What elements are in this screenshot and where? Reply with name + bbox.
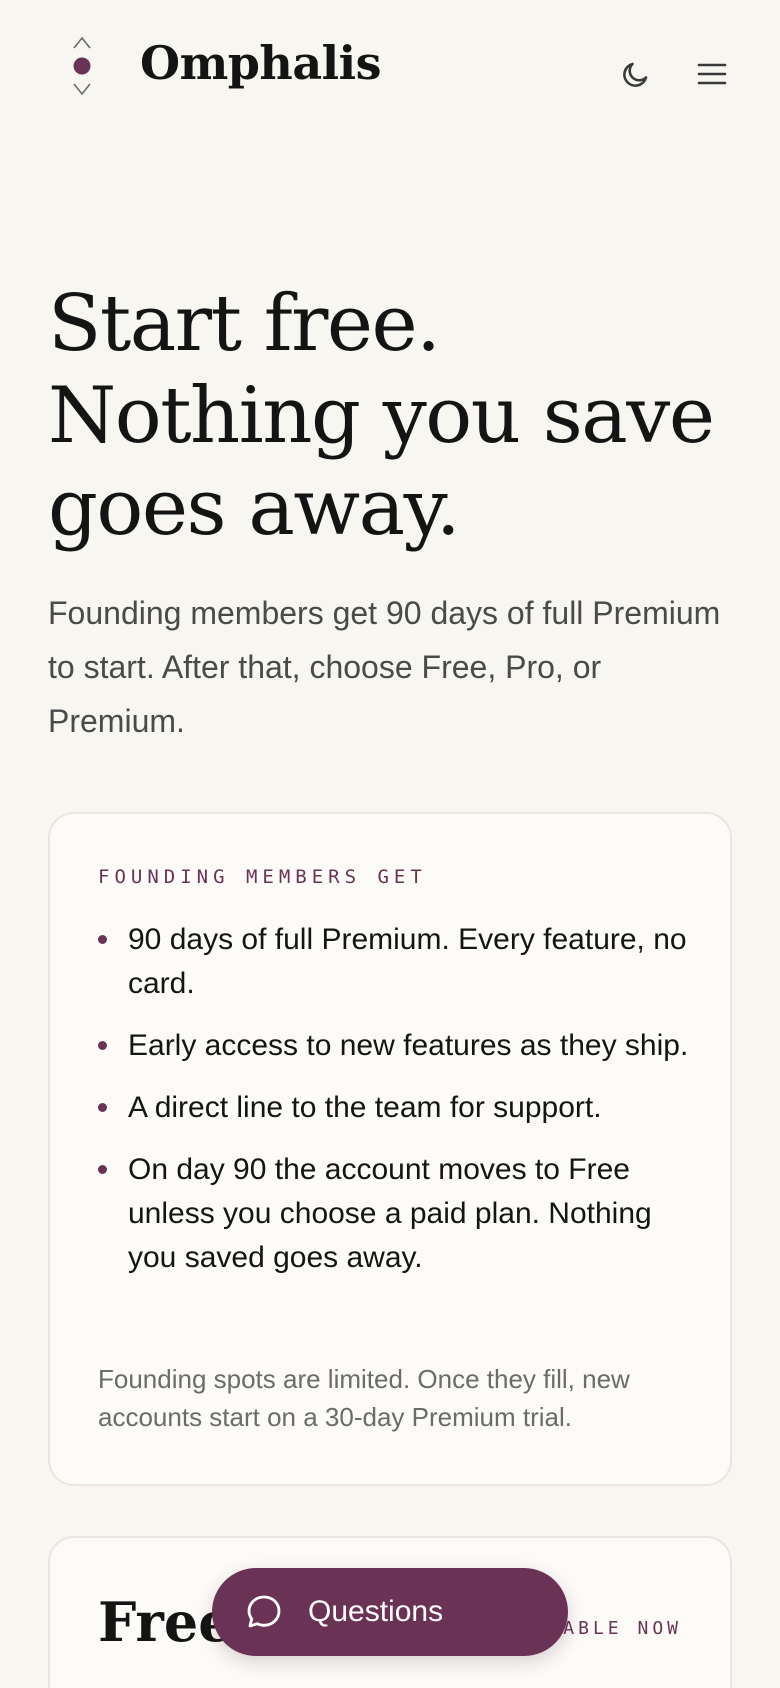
perk-text: A direct line to the team for support. [128,1091,602,1124]
bullet-dot-icon [98,935,107,944]
bullet-dot-icon [98,1165,107,1174]
questions-button[interactable]: Questions [212,1568,568,1656]
card-eyebrow: FOUNDING MEMBERS GET [98,866,427,888]
menu-button[interactable] [690,52,734,96]
hero-title: Start free. Nothing you save goes away. [48,279,715,553]
founding-members-card: FOUNDING MEMBERS GET 90 days of full Pre… [48,812,732,1486]
perks-list: 90 days of full Premium. Every feature, … [98,918,698,1298]
questions-label: Questions [308,1595,444,1628]
chat-bubble-icon [247,1595,281,1628]
founding-note: Founding spots are limited. Once they fi… [98,1364,630,1432]
bullet-dot-icon [98,1041,107,1050]
bullet-dot-icon [98,1103,107,1112]
perk-item: 90 days of full Premium. Every feature, … [98,918,698,1006]
perk-item: A direct line to the team for support. [98,1086,698,1130]
perk-text: 90 days of full Premium. Every feature, … [128,923,687,1000]
site-header: Omphalis [0,0,780,140]
perk-item: On day 90 the account moves to Free unle… [98,1148,698,1280]
perk-text: Early access to new features as they shi… [128,1029,689,1062]
omphalis-logo-icon[interactable] [68,36,96,96]
hero-subtitle: Founding members get 90 days of full Pre… [48,595,721,739]
moon-icon [623,62,648,87]
perk-text: On day 90 the account moves to Free unle… [128,1153,652,1274]
brand-name[interactable]: Omphalis [140,36,382,90]
hamburger-menu-icon [697,63,727,85]
perk-item: Early access to new features as they shi… [98,1024,698,1068]
theme-toggle-button[interactable] [614,52,658,96]
